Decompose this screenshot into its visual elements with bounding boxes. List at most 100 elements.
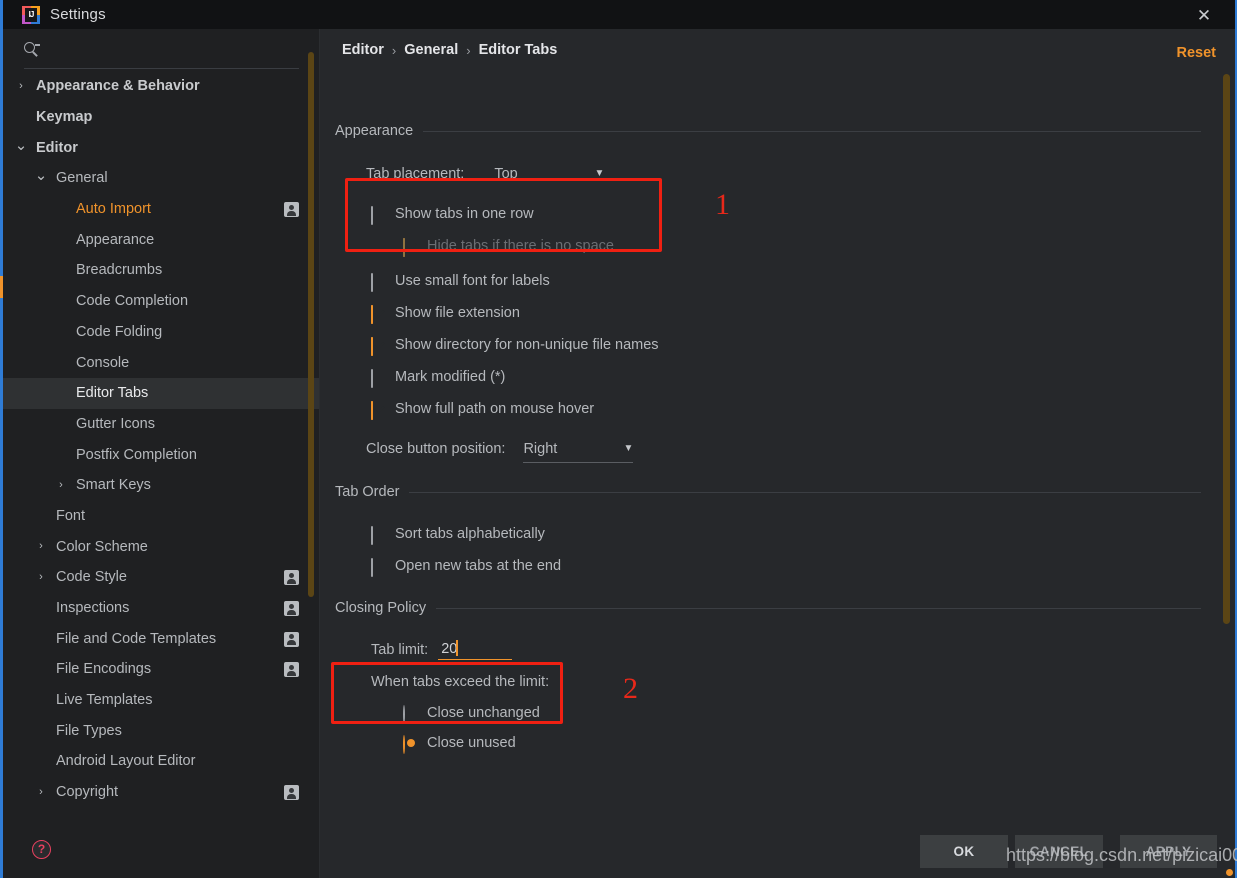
sidebar-item-gutter-icons[interactable]: Gutter Icons [3,409,319,440]
chevron-right-icon[interactable]: › [33,539,49,555]
sidebar-item-label: Smart Keys [76,477,151,494]
settings-sidebar: › Appearance & Behavior Keymap ⌄ Editor ⌄ Gene… [3,29,320,878]
sort-tabs-alphabetically-checkbox-row[interactable]: Sort tabs alphabetically [371,525,1235,545]
sidebar-item-label: Appearance [76,231,155,248]
sidebar-item-appearance-behavior[interactable]: › Appearance & Behavior [3,71,319,102]
ok-button[interactable]: OK [920,835,1008,868]
annotation-number-2: 2 [623,672,638,705]
sidebar-item-postfix-completion[interactable]: Postfix Completion [3,439,319,470]
breadcrumb: Editor › General › Editor Tabs [342,42,557,58]
tab-limit-value: 20 [441,641,458,657]
sidebar-item-label: Keymap [36,109,93,126]
sidebar-item-appearance[interactable]: Appearance [3,224,319,255]
show-file-extension-checkbox-row[interactable]: Show file extension [371,304,1235,324]
hide-tabs-no-space-label: Hide tabs if there is no space [427,238,614,254]
show-directory-checkbox[interactable] [371,336,386,356]
sidebar-item-inspections[interactable]: Inspections [3,593,319,624]
chevron-down-icon[interactable]: ⌄ [13,137,29,153]
tab-limit-input[interactable]: 20 [438,640,513,660]
dialog-footer: OK CANCEL APPLY [639,826,1235,878]
main-scrollbar[interactable] [1223,74,1230,624]
sidebar-item-file-encodings[interactable]: File Encodings [3,654,319,685]
cancel-button[interactable]: CANCEL [1015,835,1103,868]
project-scope-icon [284,202,299,218]
sidebar-item-label: Color Scheme [56,538,148,555]
mark-modified-checkbox-row[interactable]: Mark modified (*) [371,368,1235,388]
use-small-font-checkbox-row[interactable]: Use small font for labels [371,272,1235,292]
sidebar-item-file-and-code-templates[interactable]: File and Code Templates [3,623,319,654]
chevron-down-icon: ▼ [594,168,605,179]
sidebar-item-label: Live Templates [56,692,153,709]
chevron-right-icon[interactable]: › [33,784,49,800]
sidebar-item-editor[interactable]: ⌄ Editor [3,132,319,163]
sidebar-scrollbar[interactable] [308,52,314,597]
sidebar-item-font[interactable]: Font [3,501,319,532]
use-small-font-checkbox[interactable] [371,272,386,292]
show-file-extension-label: Show file extension [395,305,520,321]
show-tabs-one-row-checkbox-row[interactable]: Show tabs in one row [371,205,1235,225]
sidebar-item-live-templates[interactable]: Live Templates [3,685,319,716]
show-full-path-checkbox-row[interactable]: Show full path on mouse hover [371,400,1235,420]
close-unchanged-radio-row[interactable]: Close unchanged [403,704,1235,724]
show-file-extension-checkbox[interactable] [371,304,386,324]
close-unused-radio[interactable] [403,734,418,754]
search-underline [24,68,299,69]
sidebar-item-android-layout-editor[interactable]: Android Layout Editor [3,746,319,777]
show-full-path-label: Show full path on mouse hover [395,401,595,417]
chevron-right-icon[interactable]: › [13,78,29,94]
show-full-path-checkbox[interactable] [371,400,386,420]
sidebar-item-label: Editor [36,139,78,156]
sidebar-item-color-scheme[interactable]: › Color Scheme [3,531,319,562]
show-directory-checkbox-row[interactable]: Show directory for non-unique file names [371,336,1235,356]
sidebar-item-code-folding[interactable]: Code Folding [3,317,319,348]
sidebar-item-label: Console [76,354,130,371]
sidebar-item-label: Editor Tabs [76,385,149,402]
show-directory-label: Show directory for non-unique file names [395,337,659,353]
sidebar-item-keymap[interactable]: Keymap [3,102,319,133]
tab-placement-dropdown[interactable]: Top ▼ [494,161,604,186]
close-unchanged-radio[interactable] [403,704,418,724]
sidebar-item-smart-keys[interactable]: › Smart Keys [3,470,319,501]
sidebar-item-label: Code Folding [76,323,163,340]
mark-modified-checkbox[interactable] [371,368,386,388]
close-unused-radio-row[interactable]: Close unused [403,734,1235,754]
apply-button[interactable]: APPLY [1120,835,1217,868]
sidebar-item-code-style[interactable]: › Code Style [3,562,319,593]
show-tabs-one-row-checkbox[interactable] [371,205,386,225]
section-divider [436,607,1201,609]
sidebar-item-code-completion[interactable]: Code Completion [3,286,319,317]
breadcrumb-general[interactable]: General [404,42,458,58]
open-new-tabs-end-checkbox[interactable] [371,557,386,577]
sidebar-item-label: Android Layout Editor [56,753,196,770]
breadcrumb-editor-tabs[interactable]: Editor Tabs [479,42,558,58]
help-question-icon[interactable]: ? [32,840,51,859]
project-scope-icon [284,631,299,647]
search-input[interactable] [48,41,305,57]
sidebar-item-auto-import[interactable]: Auto Import [3,194,319,225]
close-unchanged-label: Close unchanged [427,705,540,721]
sidebar-item-label: Breadcrumbs [76,262,163,279]
sidebar-item-console[interactable]: Console [3,347,319,378]
sidebar-item-label: General [56,170,108,187]
close-button-position-dropdown[interactable]: Right ▼ [523,436,634,463]
breadcrumb-editor[interactable]: Editor [342,42,384,58]
chevron-right-icon[interactable]: › [53,477,69,493]
sidebar-item-copyright[interactable]: › Copyright [3,777,319,808]
chevron-right-icon[interactable]: › [33,569,49,585]
project-scope-icon [284,570,299,586]
sidebar-item-file-types[interactable]: File Types [3,715,319,746]
chevron-down-icon[interactable]: ⌄ [33,168,49,184]
sidebar-item-editor-tabs[interactable]: Editor Tabs [3,377,319,409]
intellij-idea-icon: IJ [22,5,40,24]
close-icon[interactable]: ✕ [1193,4,1215,26]
chevron-down-icon: ▼ [623,443,634,454]
sort-tabs-alphabetically-checkbox[interactable] [371,525,386,545]
sidebar-item-general[interactable]: ⌄ General [3,163,319,194]
project-scope-icon [284,785,299,801]
hide-tabs-no-space-checkbox [403,237,418,257]
sidebar-item-label: File Types [56,722,122,739]
sidebar-item-breadcrumbs[interactable]: Breadcrumbs [3,255,319,286]
reset-button[interactable]: Reset [1177,45,1217,61]
open-new-tabs-end-checkbox-row[interactable]: Open new tabs at the end [371,557,1235,577]
text-cursor [456,640,458,656]
